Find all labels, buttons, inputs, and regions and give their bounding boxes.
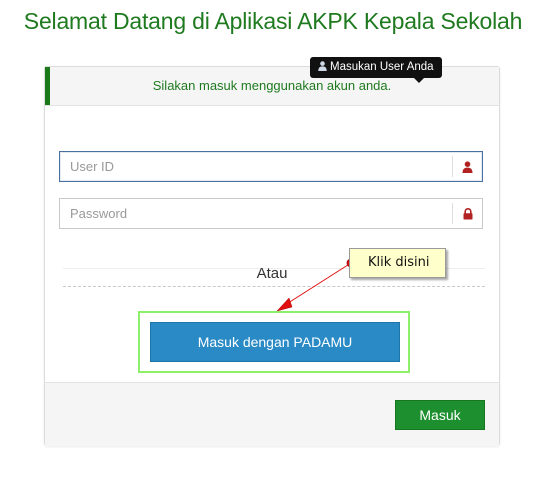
annotation-callout: Klik disini (349, 248, 446, 278)
annotation-arrow (276, 258, 356, 312)
